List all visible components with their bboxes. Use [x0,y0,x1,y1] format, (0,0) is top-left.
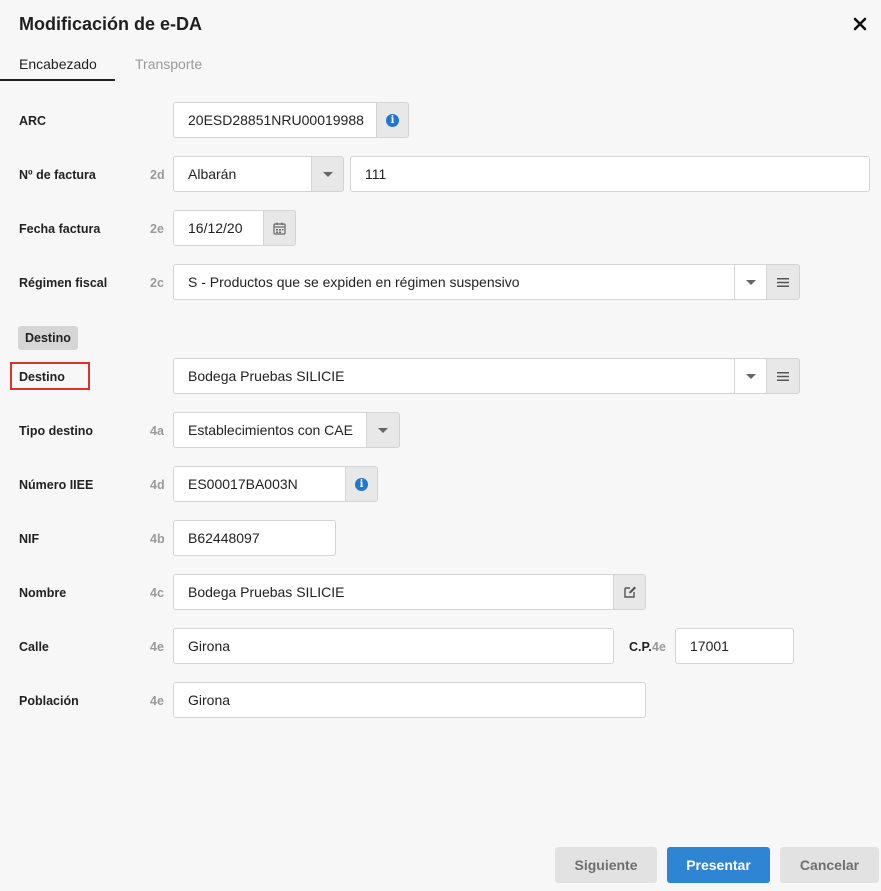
numero-iiee-code: 4d [150,478,165,492]
poblacion-input[interactable]: Girona [173,682,646,718]
calle-label: Calle [19,640,49,654]
tab-encabezado[interactable]: Encabezado [19,56,97,72]
info-icon: i [355,477,368,491]
regimen-label: Régimen fiscal [19,276,108,290]
tab-bar: Encabezado Transporte [0,48,881,82]
calendar-button[interactable] [264,210,296,246]
regimen-code: 2c [150,276,164,290]
tipo-destino-select[interactable]: Establecimientos con CAE [173,412,367,448]
close-icon[interactable] [851,15,869,33]
arc-field[interactable]: 20ESD28851NRU00019988 [173,102,377,138]
destino-list-button[interactable] [767,358,800,394]
factura-type-select[interactable]: Albarán [173,156,312,192]
tipo-destino-code: 4a [150,424,164,438]
cp-input[interactable]: 17001 [675,628,794,664]
dialog-header: Modificación de e-DA [0,0,881,48]
nif-label: NIF [19,532,40,546]
info-icon: i [386,113,399,127]
calle-code: 4e [150,640,164,654]
regimen-select[interactable]: S - Productos que se expiden en régimen … [173,264,735,300]
factura-number-input[interactable]: 111 [350,156,870,192]
chevron-down-icon [745,279,756,285]
fecha-input[interactable]: 16/12/20 [173,210,264,246]
destino-dropdown-button[interactable] [735,358,767,394]
regimen-dropdown-button[interactable] [735,264,767,300]
nombre-input[interactable]: Bodega Pruebas SILICIE [173,574,614,610]
factura-code: 2d [150,168,165,182]
cancel-button[interactable]: Cancelar [780,847,879,883]
tab-transporte[interactable]: Transporte [135,56,202,72]
section-destino-badge: Destino [18,326,78,350]
nombre-edit-button[interactable] [614,574,646,610]
tipo-destino-label: Tipo destino [19,424,94,438]
destino-select[interactable]: Bodega Pruebas SILICIE [173,358,735,394]
nif-code: 4b [150,532,165,546]
arc-info-button[interactable]: i [377,102,409,138]
destino-label: Destino [19,370,65,384]
next-button[interactable]: Siguiente [555,847,657,883]
arc-label: ARC [19,114,47,128]
list-icon [777,371,789,381]
active-tab-indicator [0,79,115,81]
calendar-icon [273,222,286,235]
numero-iiee-info-button[interactable]: i [346,466,378,502]
nombre-label: Nombre [19,586,67,600]
dialog-title: Modificación de e-DA [19,14,203,34]
poblacion-label: Población [19,694,79,708]
chevron-down-icon [322,171,333,177]
chevron-down-icon [378,427,388,433]
nif-input[interactable]: B62448097 [173,520,336,556]
factura-type-dropdown-button[interactable] [312,156,344,192]
submit-button[interactable]: Presentar [667,847,770,883]
factura-label: Nº de factura [19,168,96,182]
poblacion-code: 4e [150,694,164,708]
numero-iiee-input[interactable]: ES00017BA003N [173,466,346,502]
cp-code: 4e [652,640,666,654]
calle-input[interactable]: Girona [173,628,614,664]
fecha-code: 2e [150,222,164,236]
cp-label: C.P. [629,640,652,654]
nombre-code: 4c [150,586,164,600]
edit-icon [623,586,636,598]
tipo-destino-dropdown-button[interactable] [367,412,400,448]
regimen-list-button[interactable] [767,264,800,300]
numero-iiee-label: Número IIEE [19,478,94,492]
chevron-down-icon [745,373,756,379]
fecha-label: Fecha factura [19,222,101,236]
list-icon [777,277,789,287]
